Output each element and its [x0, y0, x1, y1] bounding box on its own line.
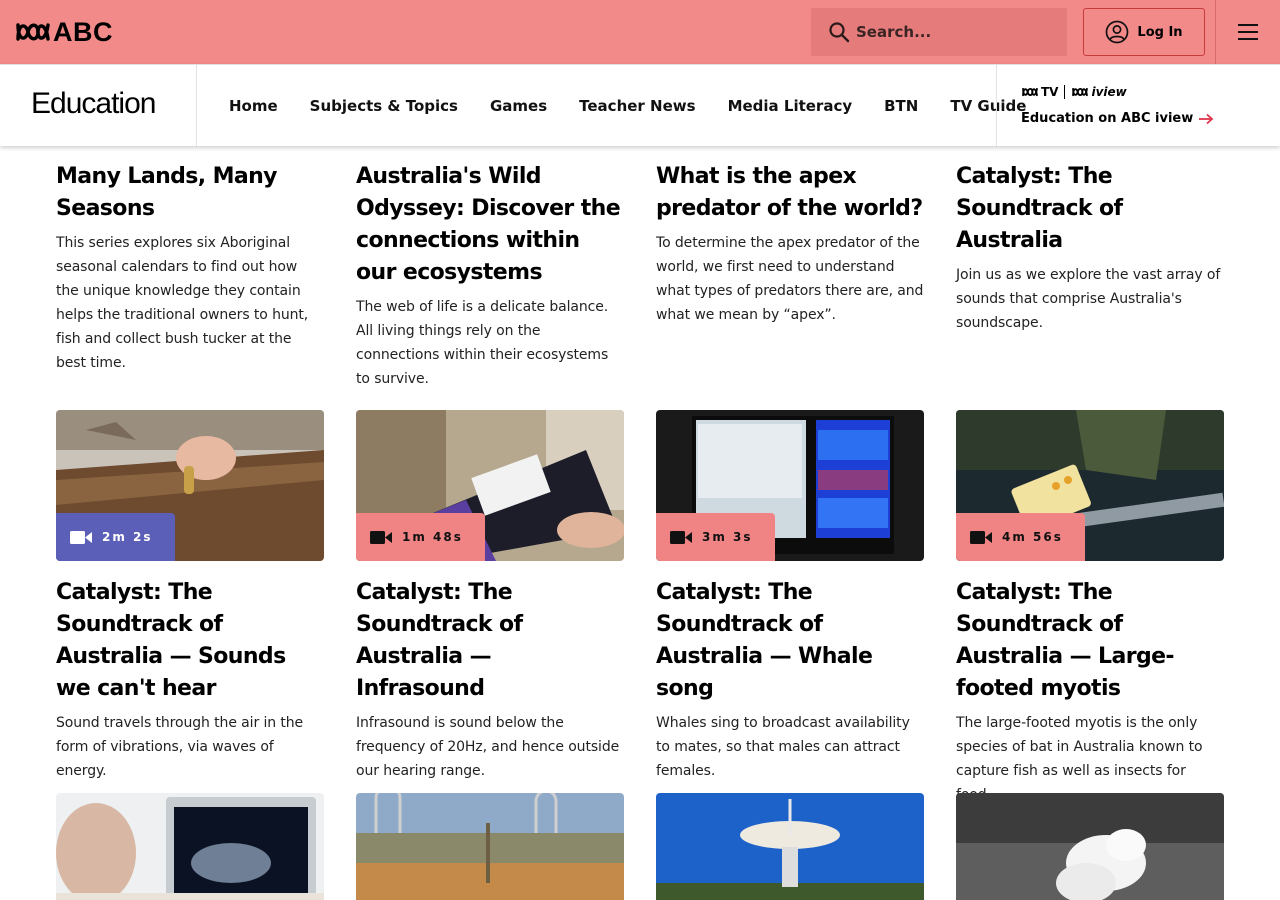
abc-lissajous-icon [1022, 87, 1038, 97]
nav-item-btn[interactable]: BTN [868, 97, 934, 115]
duration-badge: 2m 2s [56, 513, 175, 561]
video-thumbnail[interactable] [956, 793, 1224, 900]
video-thumbnail[interactable]: 4m 56s [956, 410, 1224, 561]
card-title[interactable]: Catalyst: The Soundtrack of Australia — … [956, 577, 1224, 705]
top-bar: ABC Log In [0, 0, 1280, 64]
video-thumbnail[interactable]: 3m 3s [656, 410, 924, 561]
content-card[interactable]: Many Lands, Many Seasons This series exp… [56, 161, 324, 375]
video-card[interactable]: 1m 48s Catalyst: The Soundtrack of Austr… [356, 410, 624, 783]
card-title[interactable]: Catalyst: The Soundtrack of Australia [956, 161, 1224, 257]
video-camera-icon [370, 530, 392, 544]
card-description: Infrasound is sound below the frequency … [356, 715, 620, 779]
user-icon [1106, 20, 1129, 44]
card-description: Whales sing to broadcast availability to… [656, 715, 910, 779]
card-title[interactable]: What is the apex predator of the world? [656, 161, 924, 225]
thumbnail-image [656, 793, 924, 900]
video-card[interactable] [656, 793, 924, 900]
section-divider [196, 65, 197, 146]
iview-wordmark: iview [1091, 85, 1127, 99]
card-description: This series explores six Aboriginal seas… [56, 235, 309, 371]
content-card[interactable]: Australia's Wild Odyssey: Discover the c… [356, 161, 624, 391]
abc-tv-wordmark: TV [1041, 85, 1059, 99]
video-camera-icon [670, 530, 692, 544]
login-button[interactable]: Log In [1083, 8, 1205, 56]
abc-tv-iview-logos: TV iview [1021, 84, 1127, 100]
section-nav: Home Subjects & Topics Games Teacher New… [213, 65, 1042, 146]
video-card[interactable]: 2m 2s Catalyst: The Soundtrack of Austra… [56, 410, 324, 783]
duration-text: 1m 48s [402, 530, 463, 544]
search-icon [829, 22, 850, 43]
thumbnail-image [956, 793, 1224, 900]
duration-badge: 4m 56s [956, 513, 1085, 561]
thumbnail-image [356, 793, 624, 900]
abc-wordmark: ABC [53, 16, 113, 47]
abc-lissajous-icon [16, 23, 50, 41]
video-card[interactable]: 3m 3s Catalyst: The Soundtrack of Austra… [656, 410, 924, 783]
video-camera-icon [70, 530, 92, 544]
header-divider [1215, 0, 1216, 64]
video-thumbnail[interactable]: 1m 48s [356, 410, 624, 561]
education-iview-link[interactable]: Education on ABC iview [1021, 111, 1214, 126]
video-card[interactable] [356, 793, 624, 900]
duration-badge: 3m 3s [656, 513, 775, 561]
card-title[interactable]: Catalyst: The Soundtrack of Australia — … [356, 577, 624, 705]
card-title[interactable]: Catalyst: The Soundtrack of Australia — … [656, 577, 924, 705]
card-description: The web of life is a delicate balance. A… [356, 299, 609, 387]
nav-item-games[interactable]: Games [474, 97, 563, 115]
iview-link-label: Education on ABC iview [1021, 111, 1194, 126]
hamburger-menu-icon[interactable] [1236, 22, 1260, 42]
abc-logo[interactable]: ABC [16, 17, 113, 47]
video-thumbnail[interactable] [56, 793, 324, 900]
video-thumbnail[interactable]: 2m 2s [56, 410, 324, 561]
video-card[interactable] [956, 793, 1224, 900]
nav-item-subjects-topics[interactable]: Subjects & Topics [294, 97, 474, 115]
duration-text: 2m 2s [102, 530, 153, 544]
section-title[interactable]: Education [31, 87, 156, 121]
card-title[interactable]: Catalyst: The Soundtrack of Australia — … [56, 577, 324, 705]
duration-badge: 1m 48s [356, 513, 485, 561]
duration-text: 4m 56s [1002, 530, 1063, 544]
card-description: Join us as we explore the vast array of … [956, 267, 1221, 331]
video-card[interactable] [56, 793, 324, 900]
search-input[interactable] [856, 23, 1056, 41]
video-camera-icon [970, 530, 992, 544]
abc-lissajous-icon [1072, 87, 1089, 97]
video-card[interactable]: 4m 56s Catalyst: The Soundtrack of Austr… [956, 410, 1224, 807]
card-description: To determine the apex predator of the wo… [656, 235, 924, 323]
content-card[interactable]: What is the apex predator of the world? … [656, 161, 924, 327]
thumbnail-image [56, 793, 324, 900]
nav-item-media-literacy[interactable]: Media Literacy [712, 97, 869, 115]
nav-item-teacher-news[interactable]: Teacher News [563, 97, 711, 115]
search-box[interactable] [811, 8, 1067, 56]
login-label: Log In [1137, 24, 1183, 40]
nav-item-home[interactable]: Home [213, 97, 294, 115]
card-title[interactable]: Australia's Wild Odyssey: Discover the c… [356, 161, 624, 289]
logo-separator [1064, 85, 1066, 99]
arrow-right-icon [1199, 113, 1214, 124]
section-header: Education Home Subjects & Topics Games T… [0, 64, 1280, 146]
video-thumbnail[interactable] [656, 793, 924, 900]
duration-text: 3m 3s [702, 530, 753, 544]
section-divider [996, 65, 997, 146]
content-card[interactable]: Catalyst: The Soundtrack of Australia Jo… [956, 161, 1224, 335]
video-thumbnail[interactable] [356, 793, 624, 900]
card-title[interactable]: Many Lands, Many Seasons [56, 161, 324, 225]
card-description: Sound travels through the air in the for… [56, 715, 304, 779]
